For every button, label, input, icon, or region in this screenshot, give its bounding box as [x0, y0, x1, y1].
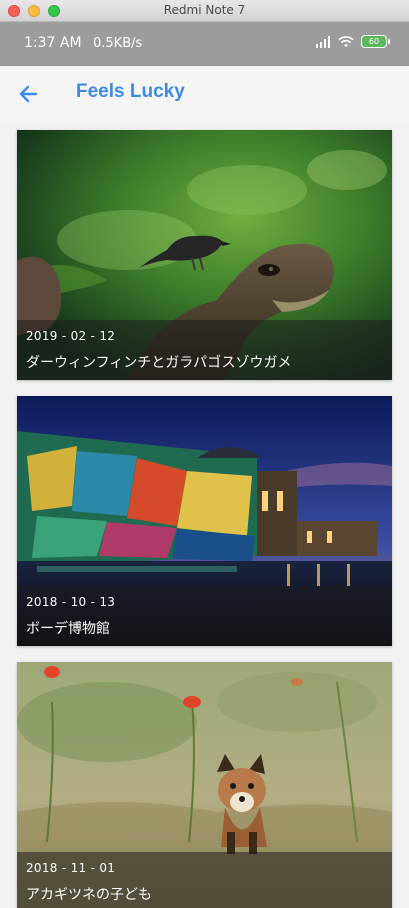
arrow-left-icon — [19, 85, 38, 103]
battery-icon: 60 — [361, 35, 390, 48]
card-title: アカギツネの子ども — [26, 887, 152, 903]
battery-level: 60 — [368, 37, 380, 46]
card-date: 2018 - 11 - 01 — [26, 861, 116, 875]
card-caption: 2018 - 11 - 01 アカギツネの子ども — [17, 852, 392, 908]
page-title: Feels Lucky — [76, 81, 185, 102]
status-icons: 60 — [315, 35, 390, 48]
photo-card[interactable]: 2018 - 11 - 01 アカギツネの子ども — [17, 662, 392, 908]
card-caption: 2019 - 02 - 12 ダーウィンフィンチとガラパゴスゾウガメ — [17, 320, 392, 380]
card-title: ダーウィンフィンチとガラパゴスゾウガメ — [26, 355, 292, 371]
photo-card[interactable]: 2018 - 10 - 13 ボーデ博物館 — [17, 396, 392, 646]
status-time: 1:37 AM — [24, 35, 82, 51]
window-title: Redmi Note 7 — [163, 3, 246, 17]
card-date: 2019 - 02 - 12 — [26, 329, 116, 343]
status-bar: 1:37 AM 0.5KB/s 60 — [0, 22, 409, 66]
wifi-icon — [338, 35, 354, 47]
photo-list[interactable]: 2019 - 02 - 12 ダーウィンフィンチとガラパゴスゾウガメ 2018 … — [0, 122, 409, 908]
card-date: 2018 - 10 - 13 — [26, 595, 116, 609]
back-button[interactable] — [14, 80, 44, 108]
photo-card[interactable]: 2019 - 02 - 12 ダーウィンフィンチとガラパゴスゾウガメ — [17, 130, 392, 380]
network-speed: 0.5KB/s — [93, 36, 143, 51]
card-title: ボーデ博物館 — [26, 621, 110, 637]
card-caption: 2018 - 10 - 13 ボーデ博物館 — [17, 586, 392, 646]
cellular-signal-icon — [316, 35, 330, 48]
app-bar: Feels Lucky — [0, 66, 409, 122]
window-titlebar: Redmi Note 7 — [0, 0, 409, 22]
